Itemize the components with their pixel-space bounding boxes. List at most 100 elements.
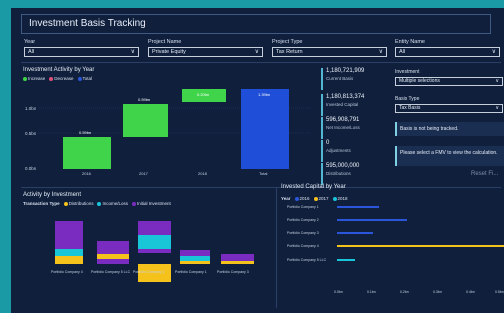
x-tick-label: 2018 [198,171,208,176]
kpi-net-income-loss: 596,908,791 Net Income/Loss [321,117,383,139]
y-tick-label: 0.0bn [25,166,37,171]
bar-distributions[interactable] [97,254,129,259]
bar-2016[interactable] [337,232,373,234]
kpi-value: 1,180,813,374 [326,94,365,100]
legend-label: Initial Investment [136,201,171,206]
bar-initial-investment[interactable] [221,254,254,261]
y-tick-label: Portfolio Company 2 [287,218,319,222]
bar-2016[interactable] [337,219,407,221]
legend-label: 2018 [337,196,348,201]
x-tick-label: Total [259,171,268,176]
bar-income-loss[interactable] [180,256,210,261]
section-divider [276,188,277,308]
bar-distributions[interactable] [221,261,254,264]
kpi-value: 596,908,791 [326,117,360,123]
legend-item-initial-investment: Initial Investment [131,201,171,206]
bar-income-loss[interactable] [138,235,171,249]
kpi-current-basis: 1,180,721,909 Current Basis [321,68,383,90]
bar-value-label: 0.59bn [138,97,150,102]
invested-by-year-title: Invested Capital by Year [281,184,346,190]
bar-2017[interactable] [123,104,168,137]
kpi-label: Adjustments [326,148,351,153]
legend-label: 2017 [318,196,329,201]
bar-2018[interactable] [337,259,355,261]
legend-dot-icon [313,196,318,201]
legend-title: Transaction Type [23,201,60,206]
kpi-invested-capital: 1,180,813,374 Invested Capital [321,94,383,116]
kpi-value: 0 [326,140,330,146]
kpi-label: Distributions [326,171,351,176]
x-tick-label: 0.5bn [495,290,504,294]
legend-dot-icon [294,196,299,201]
x-tick-label: 2017 [139,171,149,176]
bar-value-label: 0.20bn [197,92,209,97]
y-tick-label: Portfolio Company 4 [287,244,319,248]
message-text: Please select a FMV to view the calculat… [400,150,498,156]
bar-initial-investment[interactable] [138,249,171,253]
bar-2016[interactable] [63,137,111,169]
basis-type-value: Tax Basis [399,105,421,111]
chevron-down-icon: ∨ [495,78,499,84]
legend-item-2018: 2018 [332,196,348,201]
investment-label: Investment [395,69,420,75]
bar-initial-investment[interactable] [97,241,129,254]
legend-dot-icon [63,201,68,206]
bar-2017[interactable] [337,245,504,247]
legend-title: Year [281,196,291,201]
reset-filters-button[interactable]: Reset Fi... [471,171,498,177]
message-accent [395,122,397,136]
bar-value-label: 0.59bn [79,130,91,135]
bar-distributions[interactable] [55,256,83,264]
kpi-label: Invested Capital [326,102,359,107]
x-tick-label: 0.2bn [400,290,409,294]
kpi-label: Current Basis [326,76,354,81]
x-tick-label: Portfolio Company 2 [133,270,165,274]
legend-item-distributions: Distributions [63,201,94,206]
x-tick-label: Portfolio Company 4 [51,270,83,274]
x-tick-label: Portfolio Company 5 LLC [91,270,131,274]
bar-initial-investment[interactable] [138,221,171,235]
y-tick-label: Portfolio Company 3 [287,231,319,235]
kpi-value: 1,180,721,909 [326,68,365,74]
bar-distributions[interactable] [180,261,210,264]
x-tick-label: 0.1bn [367,290,376,294]
fmv-message: Please select a FMV to view the calculat… [395,146,504,166]
kpi-value: 595,000,000 [326,163,360,169]
bar-initial-investment[interactable] [180,250,210,256]
activity-by-investment-legend: Transaction Type Distributions Income/Lo… [23,201,171,206]
message-text: Basis is not being tracked. [400,126,459,132]
basis-type-select[interactable]: Tax Basis ∨ [395,104,503,113]
y-tick-label: Portfolio Company 5 LLC [287,258,327,262]
section-divider [21,187,501,188]
legend-dot-icon [131,201,136,206]
bar-income-loss[interactable] [55,249,83,256]
x-tick-label: 2016 [82,171,92,176]
y-tick-label: Portfolio Company 1 [287,205,319,209]
x-tick-label: 0.3bn [433,290,442,294]
x-tick-label: Portfolio Company 1 [175,270,207,274]
bar-total[interactable] [241,89,289,169]
legend-label: Distributions [68,201,94,206]
activity-by-investment-title: Activity by Investment [23,192,82,198]
x-tick-label: 0.0bn [334,290,343,294]
y-tick-label: 0.5bn [25,131,37,136]
investment-select[interactable]: Multiple selections ∨ [395,77,503,86]
x-tick-label: Portfolio Company 3 [217,270,249,274]
message-accent [395,146,397,166]
bar-initial-investment[interactable] [55,221,83,249]
legend-label: Income/Loss [102,201,128,206]
legend-dot-icon [97,201,102,206]
dashboard-frame: Investment Basis Tracking Year All ∨ Proj… [11,8,504,313]
basis-type-label: Basis Type [395,96,420,102]
bar-initial-investment[interactable] [97,259,129,264]
legend-item-2016: 2016 [294,196,310,201]
bar-2016[interactable] [337,206,379,208]
legend-item-2017: 2017 [313,196,329,201]
kpi-adjustments: 0 Adjustments [321,140,383,162]
x-tick-label: 0.4bn [466,290,475,294]
chevron-down-icon: ∨ [495,105,499,111]
investment-value: Multiple selections [399,78,440,84]
y-tick-label: 1.0bn [25,106,37,111]
legend-dot-icon [332,196,337,201]
invested-by-year-legend: Year 2016 2017 2018 [281,196,348,201]
